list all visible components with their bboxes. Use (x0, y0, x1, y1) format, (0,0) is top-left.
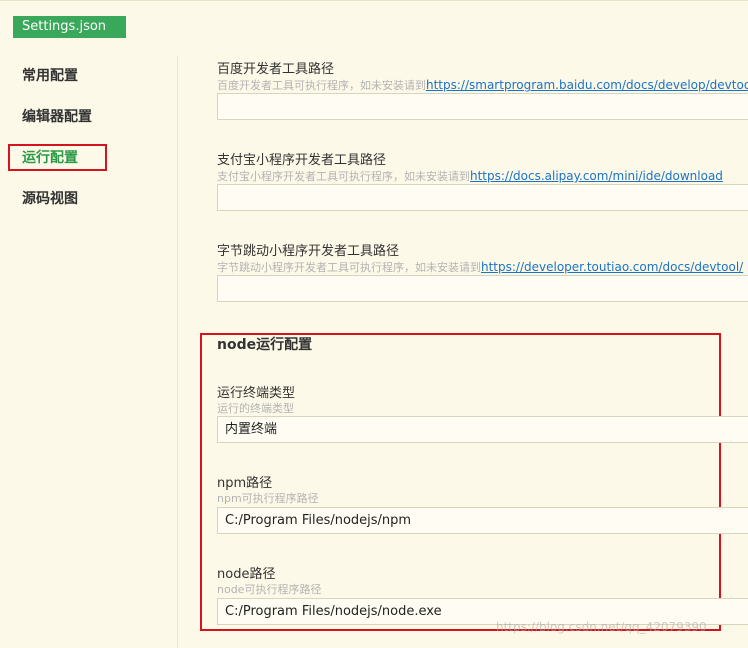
alipay-tool-path-label: 支付宝小程序开发者工具路径 (217, 153, 387, 168)
sidebar-item-source-view[interactable]: 源码视图 (22, 189, 78, 209)
terminal-type-label: 运行终端类型 (217, 386, 296, 401)
sidebar-item-label: 常用配置 (22, 68, 78, 84)
active-item-highlight (8, 144, 107, 171)
top-border (0, 0, 748, 1)
toutiao-tool-path-input[interactable] (217, 275, 748, 302)
toutiao-download-link[interactable]: https://developer.toutiao.com/docs/devto… (481, 260, 743, 274)
npm-path-desc: npm可执行程序路径 (217, 492, 319, 505)
npm-path-input[interactable]: C:/Program Files/nodejs/npm (217, 507, 748, 534)
baidu-tool-path-input[interactable] (217, 93, 748, 120)
alipay-download-link[interactable]: https://docs.alipay.com/mini/ide/downloa… (470, 169, 723, 183)
terminal-type-desc: 运行的终端类型 (217, 402, 294, 415)
terminal-type-select[interactable]: 内置终端 (217, 416, 748, 443)
npm-path-label: npm路径 (217, 476, 273, 491)
sidebar-item-editor[interactable]: 编辑器配置 (22, 107, 92, 127)
alipay-tool-path-desc: 支付宝小程序开发者工具可执行程序，如未安装请到https://docs.alip… (217, 168, 723, 184)
baidu-tool-path-label: 百度开发者工具路径 (217, 62, 335, 77)
baidu-download-link[interactable]: https://smartprogram.baidu.com/docs/deve… (426, 78, 748, 92)
sidebar-item-label: 源码视图 (22, 191, 78, 207)
toutiao-tool-path-label: 字节跳动小程序开发者工具路径 (217, 244, 400, 259)
watermark: https://blog.csdn.net/qq_42079390 (496, 620, 707, 634)
baidu-tool-path-desc: 百度开发者工具可执行程序，如未安装请到https://smartprogram.… (217, 77, 748, 93)
alipay-desc-text: 支付宝小程序开发者工具可执行程序，如未安装请到 (217, 170, 470, 183)
settings-file-tab-label: Settings.json (22, 19, 107, 34)
baidu-desc-text: 百度开发者工具可执行程序，如未安装请到 (217, 79, 426, 92)
toutiao-desc-text: 字节跳动小程序开发者工具可执行程序，如未安装请到 (217, 261, 481, 274)
node-section-title: node运行配置 (217, 337, 313, 353)
settings-file-tab[interactable]: Settings.json (13, 16, 126, 38)
node-path-label: node路径 (217, 567, 276, 582)
sidebar-item-label: 编辑器配置 (22, 109, 92, 125)
sidebar-divider (177, 56, 178, 648)
alipay-tool-path-input[interactable] (217, 184, 748, 211)
sidebar-item-general[interactable]: 常用配置 (22, 66, 78, 86)
node-path-desc: node可执行程序路径 (217, 583, 322, 596)
toutiao-tool-path-desc: 字节跳动小程序开发者工具可执行程序，如未安装请到https://develope… (217, 259, 743, 275)
